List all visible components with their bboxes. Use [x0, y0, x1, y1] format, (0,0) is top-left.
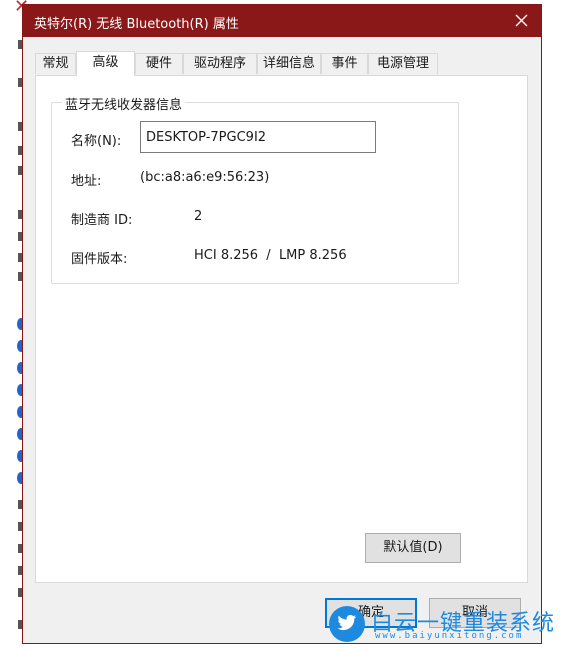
bluetooth-properties-dialog: 英特尔(R) 无线 Bluetooth(R) 属性 常规 高级 硬件 驱动程序 …	[22, 4, 542, 644]
advanced-tab-panel: 蓝牙无线收发器信息 名称(N): 地址: (bc:a8:a6:e9:56:23)…	[35, 75, 528, 583]
manufacturer-value: 2	[194, 209, 203, 224]
name-label: 名称(N):	[71, 134, 122, 149]
radio-info-group: 蓝牙无线收发器信息 名称(N): 地址: (bc:a8:a6:e9:56:23)…	[51, 94, 459, 284]
tab-driver[interactable]: 驱动程序	[183, 53, 257, 74]
tab-general[interactable]: 常规	[35, 53, 76, 74]
close-button[interactable]	[507, 7, 535, 35]
tab-advanced[interactable]: 高级	[76, 51, 135, 76]
close-icon	[515, 14, 527, 27]
firmware-value: HCI 8.256 / LMP 8.256	[194, 248, 347, 263]
name-input[interactable]	[140, 121, 376, 153]
title-bar[interactable]: 英特尔(R) 无线 Bluetooth(R) 属性	[23, 5, 541, 37]
address-value: (bc:a8:a6:e9:56:23)	[140, 170, 270, 185]
tab-power-management[interactable]: 电源管理	[368, 53, 438, 74]
address-label: 地址:	[71, 174, 102, 189]
watermark-url: www.baiyunxitong.com	[375, 631, 524, 641]
twitter-bird-icon	[329, 606, 365, 642]
firmware-label: 固件版本:	[71, 252, 128, 267]
group-title: 蓝牙无线收发器信息	[62, 94, 186, 113]
tab-hardware[interactable]: 硬件	[135, 53, 183, 74]
site-watermark: 白云一键重装系统 www.baiyunxitong.com	[329, 600, 579, 646]
tab-details[interactable]: 详细信息	[257, 53, 321, 74]
tab-events[interactable]: 事件	[321, 53, 368, 74]
background-window-edge: ✕	[0, 0, 29, 650]
restore-defaults-button[interactable]: 默认值(D)	[365, 533, 461, 563]
manufacturer-label: 制造商 ID:	[71, 213, 133, 228]
dialog-title: 英特尔(R) 无线 Bluetooth(R) 属性	[34, 17, 239, 32]
